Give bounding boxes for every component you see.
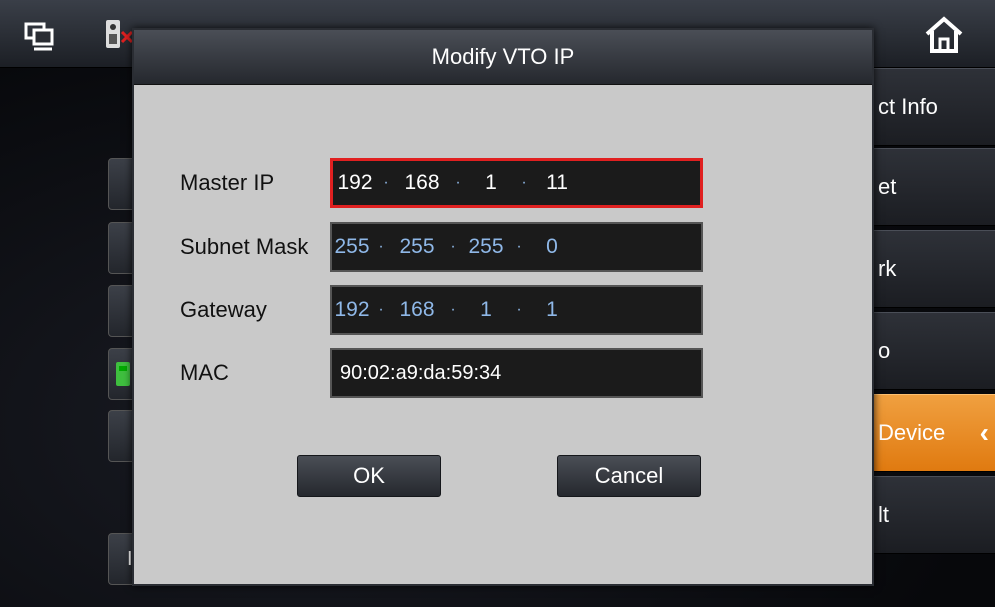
- octet-separator: ·: [455, 174, 461, 191]
- master-ip-field[interactable]: 192 · 168 · 1 · 11: [330, 158, 703, 208]
- home-icon[interactable]: [923, 14, 965, 56]
- menu-item-device[interactable]: Device ‹: [868, 394, 995, 472]
- subnet-mask-octet-3[interactable]: 255: [462, 235, 510, 259]
- menu-item-contact-info[interactable]: ct Info: [868, 68, 995, 146]
- gateway-field[interactable]: 192 · 168 · 1 · 1: [330, 285, 703, 335]
- octet-separator: ·: [521, 174, 527, 191]
- menu-item-label: et: [878, 174, 897, 199]
- subnet-mask-octet-4[interactable]: 0: [528, 235, 576, 259]
- cancel-button[interactable]: Cancel: [557, 455, 701, 497]
- ok-button[interactable]: OK: [297, 455, 441, 497]
- menu-item-label: ct Info: [878, 94, 938, 119]
- gateway-row: Gateway 192 · 168 · 1 · 1: [180, 285, 703, 335]
- dialog-title: Modify VTO IP: [134, 30, 872, 85]
- master-ip-octet-3[interactable]: 1: [467, 171, 515, 195]
- gateway-octet-3[interactable]: 1: [462, 298, 510, 322]
- modify-vto-ip-dialog: Modify VTO IP Master IP 192 · 168 · 1 · …: [132, 28, 874, 586]
- gateway-octet-4[interactable]: 1: [528, 298, 576, 322]
- menu-item-network[interactable]: rk: [868, 230, 995, 308]
- monitor-icon[interactable]: [22, 18, 56, 52]
- octet-separator: ·: [450, 301, 456, 318]
- octet-separator: ·: [383, 174, 389, 191]
- gateway-label: Gateway: [180, 297, 267, 322]
- master-ip-octet-2[interactable]: 168: [395, 171, 449, 195]
- subnet-mask-octet-1[interactable]: 255: [332, 235, 372, 259]
- chevron-left-icon: ‹: [979, 417, 989, 448]
- menu-item-reset[interactable]: et: [868, 148, 995, 226]
- subnet-mask-field[interactable]: 255 · 255 · 255 · 0: [330, 222, 703, 272]
- menu-item-label: rk: [878, 256, 897, 281]
- mac-value: 90:02:a9:da:59:34: [340, 361, 502, 384]
- octet-separator: ·: [378, 238, 384, 255]
- right-menu: ct Info et rk o Device ‹ lt: [868, 68, 995, 607]
- mac-label: MAC: [180, 360, 229, 385]
- gateway-octet-1[interactable]: 192: [332, 298, 372, 322]
- subnet-mask-octet-2[interactable]: 255: [390, 235, 444, 259]
- mac-row: MAC 90:02:a9:da:59:34: [180, 348, 703, 398]
- master-ip-octet-4[interactable]: 11: [533, 171, 581, 195]
- master-ip-octet-1[interactable]: 192: [333, 171, 377, 195]
- subnet-mask-row: Subnet Mask 255 · 255 · 255 · 0: [180, 222, 703, 272]
- master-ip-label: Master IP: [180, 170, 275, 195]
- octet-separator: ·: [378, 301, 384, 318]
- master-ip-row: Master IP 192 · 168 · 1 · 11: [180, 158, 703, 208]
- octet-separator: ·: [516, 238, 522, 255]
- octet-separator: ·: [450, 238, 456, 255]
- intercom-icon: [116, 362, 130, 386]
- menu-item-info[interactable]: o: [868, 312, 995, 390]
- gateway-octet-2[interactable]: 168: [390, 298, 444, 322]
- menu-item-label: o: [878, 338, 891, 363]
- menu-item-label: lt: [878, 502, 889, 527]
- menu-item-default[interactable]: lt: [868, 476, 995, 554]
- menu-item-label: Device: [878, 420, 946, 445]
- octet-separator: ·: [516, 301, 522, 318]
- subnet-mask-label: Subnet Mask: [180, 234, 309, 259]
- mac-field: 90:02:a9:da:59:34: [330, 348, 703, 398]
